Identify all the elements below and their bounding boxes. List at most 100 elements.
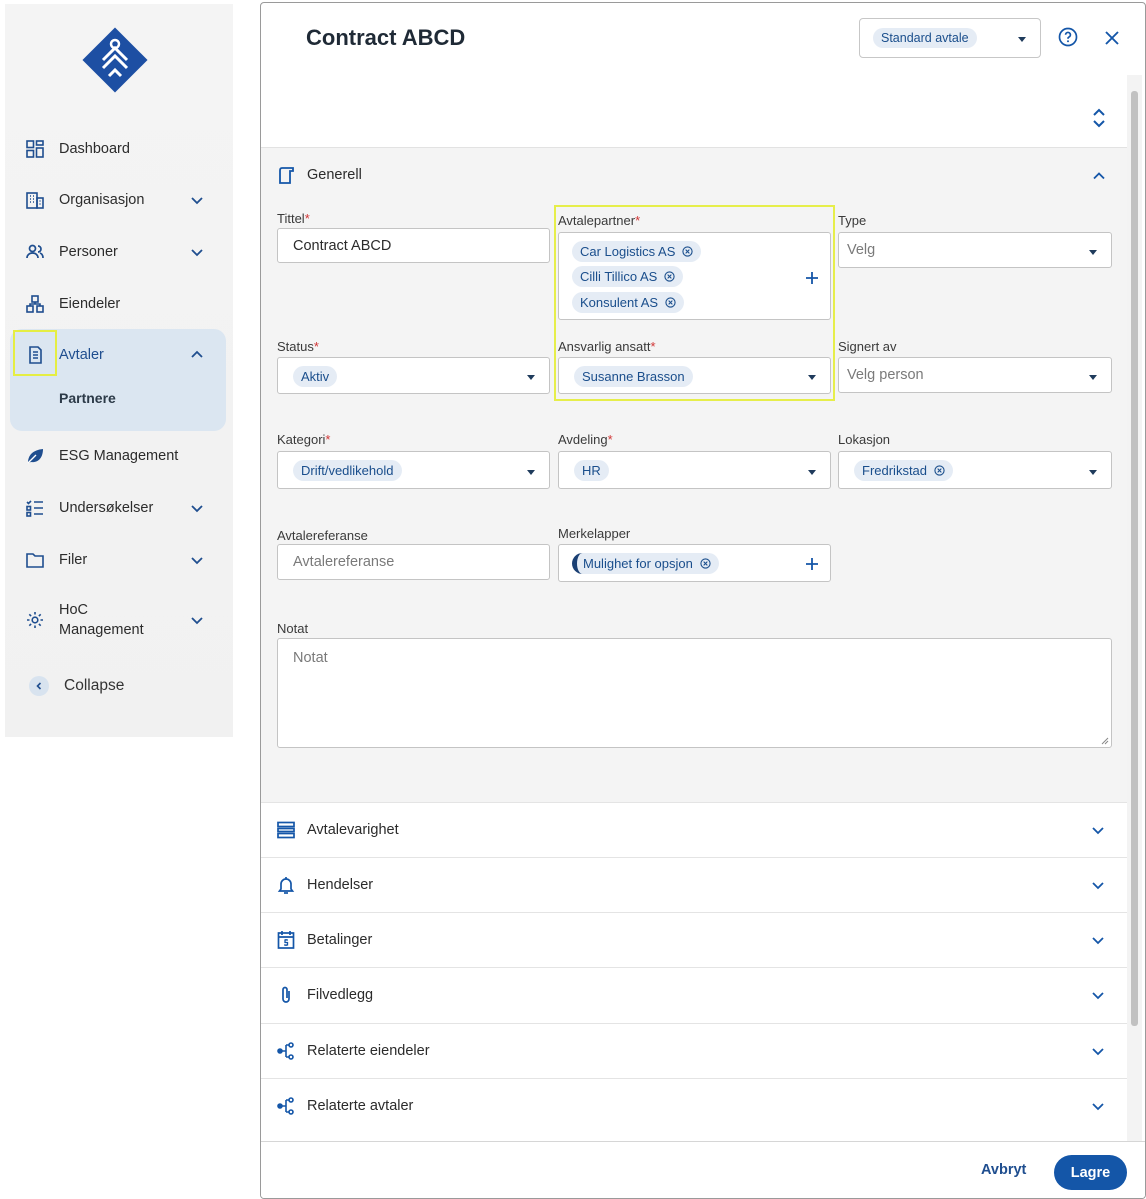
sidebar-item-label: Organisasjon: [59, 192, 145, 208]
tag-chip[interactable]: Mulighet for opsjon: [572, 553, 719, 574]
scrollbar[interactable]: [1127, 75, 1142, 1141]
lokasjon-select[interactable]: Fredrikstad: [838, 451, 1112, 489]
sidebar-item-label: Filer: [59, 552, 88, 568]
remove-chip-icon[interactable]: [934, 465, 945, 476]
page-title: Contract ABCD: [306, 25, 466, 50]
caret-down-icon: [1089, 250, 1097, 255]
section-betalinger[interactable]: Betalinger: [261, 912, 1127, 967]
remove-chip-icon[interactable]: [700, 558, 711, 569]
status-select[interactable]: Aktiv: [277, 357, 550, 394]
chevron-down-icon[interactable]: [1091, 933, 1105, 947]
leaf-icon: [23, 444, 47, 468]
sidebar-item-label: Dashboard: [59, 141, 130, 157]
status-label: Status*: [277, 339, 319, 354]
signert-select[interactable]: Velg person: [838, 357, 1112, 393]
chevron-down-icon[interactable]: [1091, 1044, 1105, 1058]
chevron-down-icon[interactable]: [189, 192, 205, 208]
gear-icon: [23, 608, 47, 632]
cancel-button[interactable]: Avbryt: [981, 1162, 1026, 1178]
notat-textarea[interactable]: Notat: [277, 638, 1112, 748]
sidebar-item-label: Avtaler: [59, 347, 104, 363]
type-placeholder: Velg: [847, 242, 876, 258]
collapse-button[interactable]: Collapse: [29, 676, 124, 696]
caret-down-icon: [1018, 37, 1026, 42]
avdeling-select[interactable]: HR: [558, 451, 831, 489]
sidebar-item-label: Undersøkelser: [59, 500, 154, 516]
kategori-label: Kategori*: [277, 432, 331, 447]
signert-label: Signert av: [838, 339, 897, 354]
chevron-up-icon[interactable]: [189, 347, 205, 363]
sidebar-item-hoc[interactable]: HoC Management: [5, 600, 233, 640]
lokasjon-label: Lokasjon: [838, 432, 891, 447]
section-relaterte-avtaler[interactable]: Relaterte avtaler: [261, 1078, 1127, 1141]
chevron-down-icon[interactable]: [1091, 988, 1105, 1002]
sidebar-item-filer[interactable]: Filer: [5, 540, 233, 580]
chevron-down-icon[interactable]: [1091, 1099, 1105, 1113]
scrollbar-thumb[interactable]: [1131, 91, 1138, 1026]
sidebar-item-label: Personer: [59, 244, 118, 260]
tittel-label: Tittel*: [277, 211, 310, 226]
chevron-down-icon[interactable]: [189, 552, 205, 568]
section-hendelser[interactable]: Hendelser: [261, 857, 1127, 912]
help-icon[interactable]: [1058, 27, 1078, 47]
sidebar-item-eiendeler[interactable]: Eiendeler: [5, 284, 233, 324]
sidebar: Dashboard Organisasjon Personer Eiendele…: [5, 4, 233, 737]
chevron-down-icon[interactable]: [189, 244, 205, 260]
section-relaterte-eiendeler[interactable]: Relaterte eiendeler: [261, 1023, 1127, 1078]
add-icon[interactable]: [805, 557, 819, 571]
section-header: Hendelser: [277, 875, 373, 895]
kategori-select[interactable]: Drift/vedlikehold: [277, 451, 550, 489]
notat-label: Notat: [277, 621, 309, 636]
section-title: Avtalevarighet: [307, 822, 399, 838]
highlight-box: [13, 330, 57, 376]
avdeling-chip: HR: [574, 460, 609, 481]
template-select[interactable]: Standard avtale: [859, 18, 1041, 58]
relation-icon: [277, 1096, 295, 1116]
chevron-left-icon: [29, 676, 49, 696]
sidebar-item-label: Eiendeler: [59, 296, 121, 312]
sidebar-item-personer[interactable]: Personer: [5, 232, 233, 272]
section-header-generell[interactable]: Generell: [277, 165, 362, 185]
caret-down-icon: [527, 470, 535, 475]
lokasjon-chip[interactable]: Fredrikstad: [854, 460, 954, 481]
resize-handle-icon[interactable]: [1101, 737, 1109, 745]
chevron-down-icon[interactable]: [189, 612, 205, 628]
folder-icon: [23, 548, 47, 572]
sidebar-item-esg[interactable]: ESG Management: [5, 436, 233, 476]
highlight-box: [554, 205, 835, 401]
chevron-down-icon[interactable]: [1091, 878, 1105, 892]
section-header: Betalinger: [277, 930, 372, 950]
chevron-down-icon[interactable]: [189, 500, 205, 516]
caret-down-icon: [808, 470, 816, 475]
chevron-up-icon[interactable]: [1092, 169, 1106, 183]
section-avtalevarighet[interactable]: Avtalevarighet: [261, 802, 1127, 857]
bell-icon: [277, 875, 295, 895]
template-chip: Standard avtale: [873, 28, 977, 48]
expand-collapse-all-icon[interactable]: [1091, 107, 1107, 129]
section-filvedlegg[interactable]: Filvedlegg: [261, 967, 1127, 1022]
building-icon: [23, 188, 47, 212]
relation-icon: [277, 1041, 295, 1061]
sidebar-item-dashboard[interactable]: Dashboard: [5, 129, 233, 169]
sidebar-subitem-partnere[interactable]: Partnere: [59, 390, 116, 406]
section-title: Filvedlegg: [307, 987, 374, 1003]
kategori-chip: Drift/vedlikehold: [293, 460, 402, 481]
type-select[interactable]: Velg: [838, 232, 1112, 268]
sidebar-item-undersokelser[interactable]: Undersøkelser: [5, 488, 233, 528]
close-icon[interactable]: [1103, 29, 1121, 47]
section-generell: Generell Tittel* Contract ABCD Avtalepar…: [261, 147, 1127, 802]
sidebar-item-label: HoC Management: [59, 602, 144, 638]
section-title: Relaterte eiendeler: [307, 1043, 430, 1059]
avtalereferanse-input[interactable]: Avtalereferanse: [277, 544, 550, 580]
chevron-down-icon[interactable]: [1091, 823, 1105, 837]
merkelapper-input[interactable]: Mulighet for opsjon: [558, 544, 831, 582]
notat-placeholder: Notat: [293, 650, 328, 666]
company-logo[interactable]: [79, 24, 151, 96]
sidebar-item-organisasjon[interactable]: Organisasjon: [5, 180, 233, 220]
save-button[interactable]: Lagre: [1054, 1155, 1127, 1190]
section-title: Hendelser: [307, 877, 374, 893]
tittel-input[interactable]: Contract ABCD: [277, 228, 550, 263]
stack-icon: [277, 820, 295, 840]
section-header: Relaterte eiendeler: [277, 1041, 430, 1061]
scroll-document-icon: [277, 165, 295, 185]
